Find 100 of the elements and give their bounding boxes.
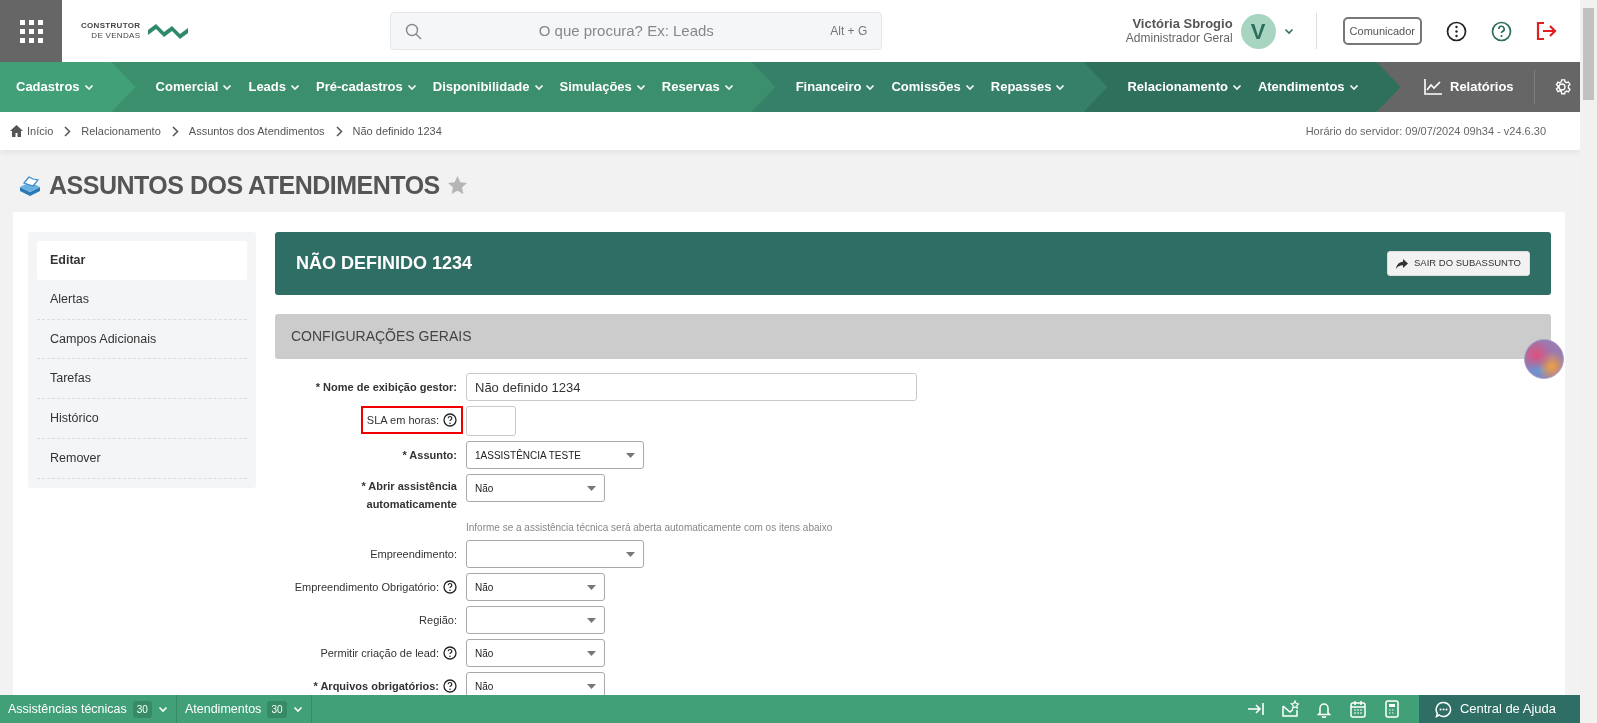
side-menu-item[interactable]: Histórico <box>37 399 247 439</box>
info-button[interactable] <box>1446 20 1467 42</box>
field-label: * Assunto: <box>402 448 457 463</box>
nav-menu-item[interactable]: Financeiro <box>787 77 884 97</box>
caret-icon <box>222 82 233 92</box>
help-center-button[interactable]: Central de Ajuda <box>1418 695 1580 723</box>
side-menu-item[interactable]: Alertas <box>37 279 247 320</box>
bell-icon <box>1314 700 1333 718</box>
apps-menu-button[interactable] <box>0 0 62 62</box>
collapse-to-edge-icon <box>1246 700 1265 718</box>
user-avatar[interactable]: V <box>1240 13 1276 49</box>
field-label: * Arquivos obrigatórios: <box>313 679 439 694</box>
caret-icon <box>533 82 544 92</box>
mail-star-icon <box>1280 700 1299 718</box>
number-field[interactable] <box>466 406 516 436</box>
dropdown-arrow-icon <box>626 452 635 458</box>
select-field[interactable] <box>466 540 644 568</box>
chevron-icon <box>334 125 343 137</box>
page-title: ASSUNTOS DOS ATENDIMENTOS <box>49 170 440 200</box>
help-icon <box>443 679 457 693</box>
caret-icon <box>292 704 303 714</box>
nav-menu-item[interactable]: Reservas <box>653 77 742 97</box>
caret-icon <box>1055 82 1066 92</box>
field-label: Empreendimento: <box>370 547 457 562</box>
dropdown-arrow-icon <box>626 551 635 557</box>
count-badge: 30 <box>267 700 287 718</box>
favorite-star-icon[interactable] <box>447 176 467 194</box>
info-icon <box>1446 20 1467 42</box>
grid-icon <box>19 19 43 43</box>
server-time: Horário do servidor: 09/07/2024 09h34 - v24.6.30 <box>1305 123 1546 139</box>
chat-bubble-icon <box>1434 700 1452 718</box>
logo[interactable]: CONSTRUTOR DE VENDAS <box>81 21 189 41</box>
chevron-icon <box>170 125 179 137</box>
bottom-tab[interactable]: Assistências técnicas 30 <box>0 695 177 723</box>
select-field[interactable]: Não <box>466 474 605 502</box>
mail-star-button[interactable] <box>1280 700 1299 718</box>
help-icon <box>1491 20 1512 42</box>
calculator-icon <box>1382 700 1401 718</box>
nav-menu-item[interactable]: Simulações <box>551 77 654 97</box>
user-name: Victória Sbrogio <box>1131 16 1233 31</box>
dropdown-arrow-icon <box>587 584 596 590</box>
select-field[interactable]: Não <box>466 573 605 601</box>
field-hint: Informe se a assistência técnica será aberta automaticamente com os itens abaixo <box>466 521 834 535</box>
dropdown-arrow-icon <box>587 485 596 491</box>
panel-title: NÃO DEFINIDO 1234 <box>296 252 473 275</box>
logo-mark-icon <box>148 22 189 40</box>
communicator-button[interactable]: Comunicador <box>1342 16 1422 46</box>
nav-menu-item[interactable]: Pré-cadastros <box>308 77 425 97</box>
nav-menu-item[interactable]: Disponibilidade <box>424 77 552 97</box>
side-menu-item[interactable]: Editar <box>37 241 247 280</box>
nav-menu-item[interactable]: Relacionamento <box>1119 77 1250 97</box>
help-icon <box>443 580 457 594</box>
nav-menu-item[interactable]: Atendimentos <box>1249 77 1367 97</box>
bottom-tab[interactable]: Atendimentos 30 <box>176 695 312 723</box>
dropdown-arrow-icon <box>587 650 596 656</box>
scrollbar-thumb[interactable] <box>1583 8 1594 100</box>
field-label: * Abrir assistência automaticamente <box>360 479 457 512</box>
help-button[interactable] <box>1491 20 1512 42</box>
user-role: Administrador Geral <box>1125 31 1233 46</box>
nav-menu-item[interactable]: Comissões <box>883 77 983 97</box>
select-field[interactable] <box>466 606 605 634</box>
nav-menu-item[interactable]: Comercial <box>147 77 241 97</box>
caret-icon <box>723 82 734 92</box>
select-field[interactable]: Não <box>466 639 605 667</box>
share-arrow-icon <box>1396 258 1408 269</box>
bell-button[interactable] <box>1314 700 1333 718</box>
chevron-icon <box>63 125 72 137</box>
search-field[interactable]: O que procura? Ex: Leads Alt + G <box>390 12 883 50</box>
breadcrumb-link[interactable]: Relacionamento <box>81 122 161 140</box>
caret-icon <box>865 82 876 92</box>
side-menu-item[interactable]: Tarefas <box>37 359 247 399</box>
calendar-icon <box>1348 700 1367 718</box>
calendar-button[interactable] <box>1348 700 1367 718</box>
side-menu-item[interactable]: Campos Adicionais <box>37 319 247 360</box>
field-label: SLA em horas: <box>366 413 439 428</box>
breadcrumb-link[interactable]: Início <box>27 122 54 140</box>
caret-icon <box>290 82 301 92</box>
chart-icon <box>1424 79 1442 95</box>
help-icon <box>443 646 457 660</box>
text-field[interactable]: Não definido 1234 <box>466 373 917 401</box>
field-label: Permitir criação de lead: <box>320 646 439 661</box>
select-field[interactable]: 1ASSISTÊNCIA TESTE <box>466 441 644 469</box>
side-menu-item[interactable]: Remover <box>37 438 247 479</box>
select-field[interactable]: Não <box>466 672 605 695</box>
help-icon <box>443 413 457 427</box>
dropdown-arrow-icon <box>587 683 596 689</box>
logout-icon <box>1536 21 1558 41</box>
dropdown-arrow-icon <box>587 617 596 623</box>
calculator-button[interactable] <box>1382 700 1401 718</box>
breadcrumb-current: Não definido 1234 <box>352 123 442 139</box>
logout-button[interactable] <box>1536 21 1558 41</box>
caret-icon <box>635 82 646 92</box>
search-input[interactable]: O que procura? Ex: Leads <box>422 18 831 44</box>
nav-menu-item[interactable]: Repasses <box>982 77 1074 97</box>
caret-icon <box>1348 82 1359 92</box>
collapse-to-edge-button[interactable] <box>1246 700 1265 718</box>
count-badge: 30 <box>132 700 152 718</box>
nav-menu-item[interactable]: Leads <box>240 77 309 97</box>
exit-subject-button[interactable]: SAIR DO SUBASSUNTO <box>1387 251 1530 276</box>
breadcrumb-link[interactable]: Assuntos dos Atendimentos <box>188 122 325 140</box>
